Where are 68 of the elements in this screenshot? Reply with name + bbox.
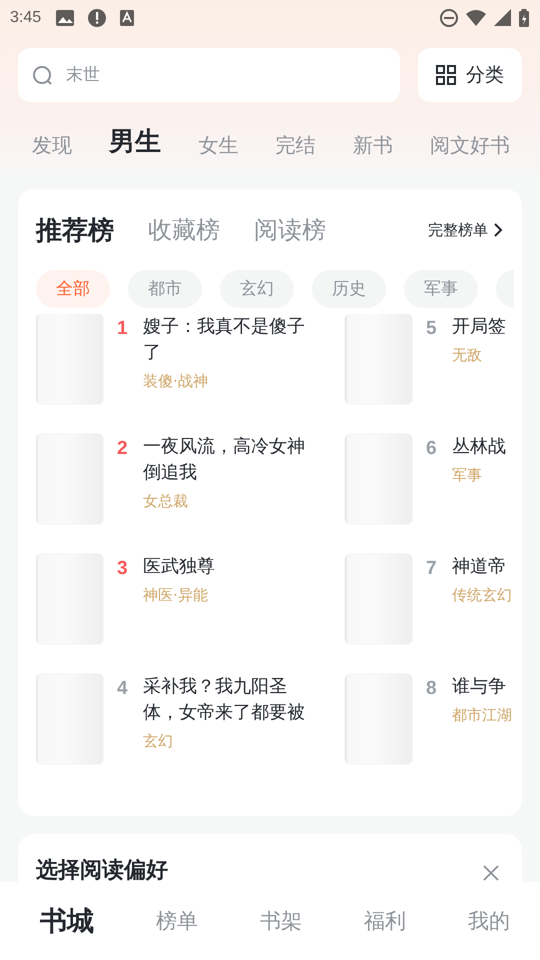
book-cover[interactable]	[36, 554, 103, 644]
book-tags: 装傻·战神	[143, 372, 319, 391]
book-tags: 传统玄幻	[452, 586, 514, 605]
ranking-tab[interactable]: 推荐榜	[36, 212, 114, 248]
book-tags: 军事	[452, 466, 514, 485]
filter-chip[interactable]: 都市	[128, 270, 202, 308]
rank-number: 1	[117, 318, 129, 340]
book-cover[interactable]	[36, 314, 103, 404]
nav-tab[interactable]: 书架	[260, 907, 302, 935]
nav-tab[interactable]: 榜单	[156, 907, 198, 935]
book-title[interactable]: 一夜风流，高冷女神倒追我	[143, 434, 319, 486]
close-button[interactable]	[482, 864, 500, 882]
alert-icon	[87, 8, 108, 28]
book-title[interactable]: 开局签	[452, 314, 514, 340]
category-button[interactable]: 分类	[418, 48, 522, 102]
channel-tab[interactable]: 新书	[352, 132, 393, 159]
battery-icon	[518, 8, 530, 28]
ranking-tab[interactable]: 阅读榜	[254, 214, 326, 246]
rank-number: 7	[426, 558, 438, 580]
rank-number: 5	[426, 318, 438, 340]
channel-tab[interactable]: 完结	[276, 132, 316, 159]
chevron-right-icon	[492, 222, 504, 238]
book-title[interactable]: 谁与争	[452, 674, 514, 700]
rank-number: 2	[117, 438, 129, 460]
book-tags: 无敌	[452, 346, 514, 365]
font-icon	[119, 8, 136, 27]
full-list-link[interactable]: 完整榜单	[428, 220, 504, 240]
book-cover[interactable]	[345, 434, 412, 524]
book-title[interactable]: 采补我？我九阳圣体，女帝来了都要被	[143, 674, 319, 726]
book-title[interactable]: 医武独尊	[143, 554, 319, 580]
book-title[interactable]: 嫂子：我真不是傻子了	[143, 314, 319, 366]
wifi-icon	[465, 8, 487, 28]
filter-chip[interactable]: 玄幻	[220, 270, 294, 308]
book-cover[interactable]	[345, 674, 412, 764]
channel-tab[interactable]: 阅文好书	[430, 132, 510, 159]
book-tags: 女总裁	[143, 492, 319, 511]
rank-number: 8	[426, 678, 438, 700]
rank-number: 3	[117, 558, 129, 580]
ranking-tab[interactable]: 收藏榜	[148, 214, 220, 246]
grid-icon	[436, 64, 456, 84]
book-title[interactable]: 神道帝	[452, 554, 514, 580]
nav-tab[interactable]: 福利	[364, 907, 406, 935]
image-icon	[55, 8, 76, 28]
signal-icon	[493, 8, 512, 28]
do-not-disturb-icon	[439, 8, 459, 28]
filter-chip[interactable]: 军事	[404, 270, 478, 308]
nav-tab[interactable]: 书城	[40, 903, 94, 939]
channel-tab[interactable]: 女生	[198, 132, 238, 159]
book-tags: 神医·异能	[143, 586, 319, 605]
book-title[interactable]: 丛林战	[452, 434, 514, 460]
book-cover[interactable]	[345, 314, 412, 404]
filter-chip[interactable]: 历史	[312, 270, 386, 308]
channel-tab[interactable]: 发现	[32, 132, 72, 159]
book-cover[interactable]	[36, 674, 103, 764]
book-tags: 都市江湖	[452, 706, 514, 725]
filter-chip[interactable]: 全部	[36, 270, 110, 308]
close-icon	[482, 864, 500, 882]
nav-tab[interactable]: 我的	[468, 907, 510, 935]
channel-tab[interactable]: 男生	[109, 124, 162, 159]
preference-title: 选择阅读偏好	[36, 858, 168, 882]
search-field[interactable]: 末世	[18, 48, 400, 102]
rank-number: 4	[117, 678, 129, 700]
book-tags: 玄幻	[143, 732, 319, 751]
rank-number: 6	[426, 438, 438, 460]
book-cover[interactable]	[36, 434, 103, 524]
status-time: 3:45	[10, 8, 42, 27]
book-cover[interactable]	[345, 554, 412, 644]
search-icon	[32, 64, 53, 86]
